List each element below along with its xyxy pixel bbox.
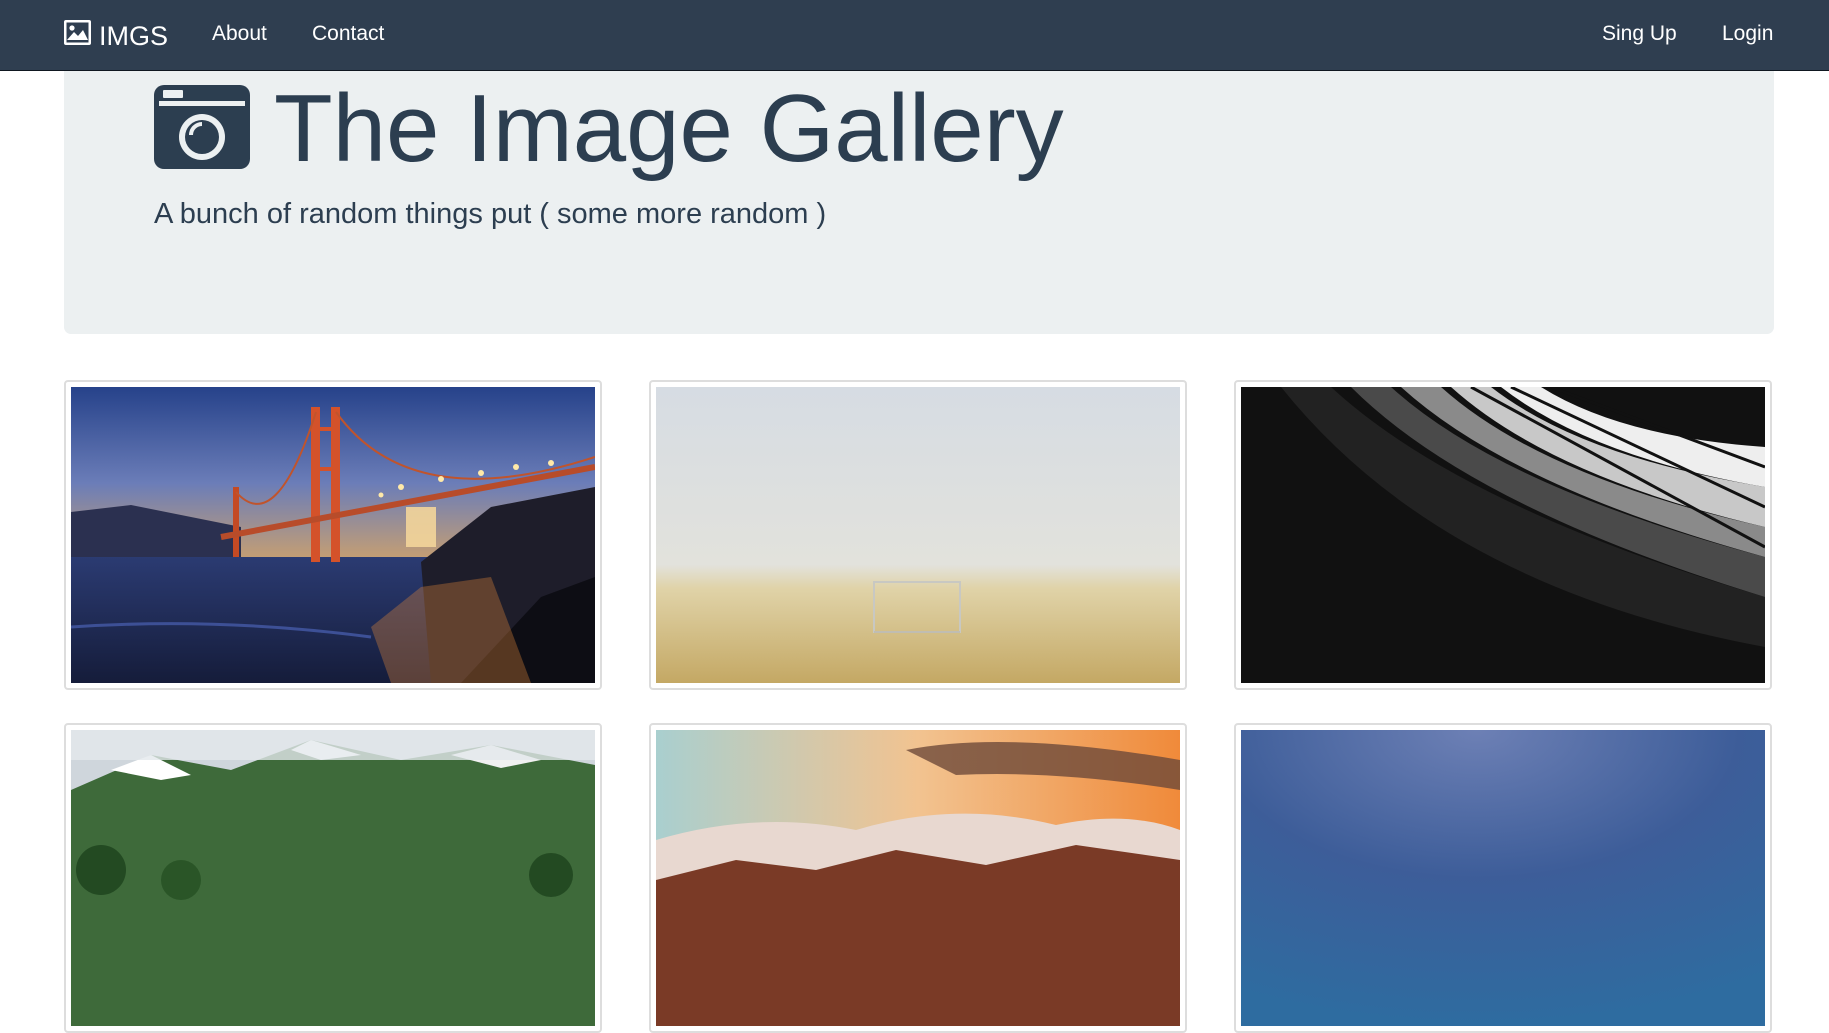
gallery-thumbnail[interactable] [64,380,602,690]
nav-link-contact[interactable]: Contact [312,22,384,46]
nav-link-login[interactable]: Login [1722,22,1773,46]
gallery-thumbnail[interactable] [649,380,1187,690]
page-title: The Image Gallery [274,75,1064,182]
nav-link-about[interactable]: About [212,22,267,46]
brand-label: IMGS [99,20,169,51]
navbar: IMGS About Contact Sing Up Login [0,0,1829,71]
abstract-architecture-image [1241,387,1765,683]
camera-icon [154,84,250,174]
gallery-thumbnail[interactable] [1234,380,1772,690]
blue-sky-image [1241,730,1765,1026]
hero-lead: A bunch of random things put ( some more… [154,198,827,230]
gallery-thumbnail[interactable] [64,723,602,1033]
sunset-clouds-image [656,730,1180,1026]
golden-gate-bridge-image [71,387,595,683]
nav-link-sign-up[interactable]: Sing Up [1602,22,1677,46]
hero-title-row: The Image Gallery [154,73,1064,185]
image-icon [64,20,91,52]
foggy-football-field-image [656,387,1180,683]
green-mountains-image [71,730,595,1026]
gallery-thumbnail[interactable] [649,723,1187,1033]
brand-link[interactable]: IMGS [64,18,168,54]
gallery-thumbnail[interactable] [1234,723,1772,1033]
hero-jumbotron: The Image Gallery A bunch of random thin… [64,71,1774,334]
